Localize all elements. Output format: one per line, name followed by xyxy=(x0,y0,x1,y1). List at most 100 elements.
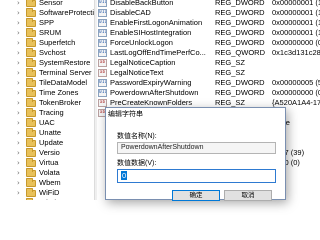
edit-string-dialog: 编辑字符串 数值名称(N): PowerdownAfterShutdown 数值… xyxy=(105,107,286,201)
value-name: PasswordExpiryWarning xyxy=(110,78,192,87)
value-name: EnableFirstLogonAnimation xyxy=(110,18,203,27)
folder-icon xyxy=(26,108,36,117)
tree-item-label: SystemRestore xyxy=(39,58,91,67)
value-name: LegalNoticeCaption xyxy=(110,58,176,67)
tree-item[interactable]: › SRUM xyxy=(0,28,94,38)
folder-icon xyxy=(26,28,36,37)
tree-item[interactable]: › Unatte xyxy=(0,128,94,138)
tree-item[interactable]: › SPP xyxy=(0,18,94,28)
chevron-right-icon[interactable]: › xyxy=(17,79,20,87)
chevron-right-icon[interactable]: › xyxy=(17,29,20,37)
tree-item[interactable]: › Virtua xyxy=(0,158,94,168)
value-data: 0x00000001 (1) xyxy=(272,18,320,27)
tree-item-label: Superfetch xyxy=(39,38,76,47)
chevron-right-icon[interactable]: › xyxy=(17,49,20,57)
registry-value-row[interactable]: 011 EnableSIHostIntegration REG_DWORD 0x000… xyxy=(97,28,320,38)
chevron-right-icon[interactable]: › xyxy=(17,9,20,17)
registry-value-row[interactable]: ab LegalNoticeCaption REG_SZ xyxy=(97,58,320,68)
tree-item[interactable]: › Time Zones xyxy=(0,88,94,98)
chevron-right-icon[interactable]: › xyxy=(17,189,20,197)
registry-value-row[interactable]: 011 LastLogOffEndTimePerfCo... REG_QWORD 0x… xyxy=(97,48,320,58)
tree-item[interactable]: › UAC xyxy=(0,118,94,128)
value-data: 0x00000001 (1) xyxy=(272,8,320,17)
registry-value-row[interactable]: 011 EnableFirstLogonAnimation REG_DWORD 0x0… xyxy=(97,18,320,28)
tree-item[interactable]: › Update xyxy=(0,138,94,148)
tree-item-label: TokenBroker xyxy=(39,98,82,107)
registry-value-row[interactable]: 011 PasswordExpiryWarning REG_DWORD 0x00000… xyxy=(97,78,320,88)
tree-item[interactable]: › Superfetch xyxy=(0,38,94,48)
folder-icon xyxy=(26,188,36,197)
tree-item[interactable]: › Tracing xyxy=(0,108,94,118)
chevron-right-icon[interactable]: › xyxy=(17,39,20,47)
tree-item[interactable]: › TileDataModel xyxy=(0,78,94,88)
binary-value-icon: 011 xyxy=(98,39,107,47)
string-value-icon: ab xyxy=(98,59,107,67)
ok-button[interactable]: 确定 xyxy=(172,190,220,201)
tree-item[interactable]: › Wbem xyxy=(0,178,94,188)
tree-item[interactable]: › Svchost xyxy=(0,48,94,58)
tree-item[interactable]: › Versio xyxy=(0,148,94,158)
binary-value-icon: 011 xyxy=(98,9,107,17)
tree-item[interactable]: › TokenBroker xyxy=(0,98,94,108)
folder-icon xyxy=(26,78,36,87)
binary-value-icon: 011 xyxy=(98,29,107,37)
chevron-right-icon[interactable]: › xyxy=(17,199,20,200)
folder-icon xyxy=(26,48,36,57)
folder-icon xyxy=(26,178,36,187)
chevron-right-icon[interactable]: › xyxy=(17,179,20,187)
binary-value-icon: 011 xyxy=(98,79,107,87)
registry-value-row[interactable]: 011 DisableBackButton REG_DWORD 0x00000001 … xyxy=(97,0,320,8)
binary-value-icon: 011 xyxy=(98,19,107,27)
value-type: REG_DWORD xyxy=(215,18,265,27)
tree-item[interactable]: › Sensor xyxy=(0,0,94,8)
binary-value-icon: 011 xyxy=(98,49,107,57)
tree-item[interactable]: › Windo xyxy=(0,198,94,200)
value-name: DisableCAD xyxy=(110,8,151,17)
folder-icon xyxy=(26,138,36,147)
folder-icon xyxy=(26,38,36,47)
chevron-right-icon[interactable]: › xyxy=(17,69,20,77)
tree-item-label: SRUM xyxy=(39,28,62,37)
folder-icon xyxy=(26,68,36,77)
tree-item[interactable]: › SoftwareProtecti xyxy=(0,8,94,18)
tree-item[interactable]: › Volata xyxy=(0,168,94,178)
chevron-right-icon[interactable]: › xyxy=(17,129,20,137)
value-name: EnableSIHostIntegration xyxy=(110,28,192,37)
value-name: PowerdownAfterShutdown xyxy=(110,88,199,97)
cancel-button[interactable]: 取消 xyxy=(224,190,272,201)
registry-value-row[interactable]: 011 DisableCAD REG_DWORD 0x00000001 (1) xyxy=(97,8,320,18)
chevron-right-icon[interactable]: › xyxy=(17,119,20,127)
registry-value-row[interactable]: ab LegalNoticeText REG_SZ xyxy=(97,68,320,78)
value-data-input[interactable]: 0 xyxy=(117,169,276,183)
tree-item[interactable]: › WiFiD xyxy=(0,188,94,198)
value-type: REG_SZ xyxy=(215,58,246,67)
tree-item-label: Update xyxy=(39,138,64,147)
chevron-right-icon[interactable]: › xyxy=(17,19,20,27)
chevron-right-icon[interactable]: › xyxy=(17,139,20,147)
value-type: REG_QWORD xyxy=(215,48,266,57)
tree-item-label: Wbem xyxy=(39,178,61,187)
registry-tree: › Sensor › SoftwareProtecti › SPP › SRUM › Superf… xyxy=(0,0,94,200)
chevron-right-icon[interactable]: › xyxy=(17,159,20,167)
chevron-right-icon[interactable]: › xyxy=(17,0,20,7)
folder-icon xyxy=(26,168,36,177)
registry-value-row[interactable]: 011 PowerdownAfterShutdown REG_DWORD 0x0000… xyxy=(97,88,320,98)
value-type: REG_DWORD xyxy=(215,0,265,7)
tree-item[interactable]: › SystemRestore xyxy=(0,58,94,68)
tree-item-label: Svchost xyxy=(39,48,66,57)
tree-item[interactable]: › Terminal Server xyxy=(0,68,94,78)
chevron-right-icon[interactable]: › xyxy=(17,59,20,67)
tree-item-label: Versio xyxy=(39,148,60,157)
string-value-icon: ab xyxy=(98,69,107,77)
folder-icon xyxy=(26,158,36,167)
chevron-right-icon[interactable]: › xyxy=(17,99,20,107)
chevron-right-icon[interactable]: › xyxy=(17,169,20,177)
tree-item-label: SoftwareProtecti xyxy=(39,8,94,17)
registry-value-row[interactable]: 011 ForceUnlockLogon REG_DWORD 0x00000000 (… xyxy=(97,38,320,48)
chevron-right-icon[interactable]: › xyxy=(17,89,20,97)
chevron-right-icon[interactable]: › xyxy=(17,109,20,117)
chevron-right-icon[interactable]: › xyxy=(17,149,20,157)
value-data: 0x00000000 (0) xyxy=(272,38,320,47)
folder-icon xyxy=(26,18,36,27)
folder-icon xyxy=(26,118,36,127)
